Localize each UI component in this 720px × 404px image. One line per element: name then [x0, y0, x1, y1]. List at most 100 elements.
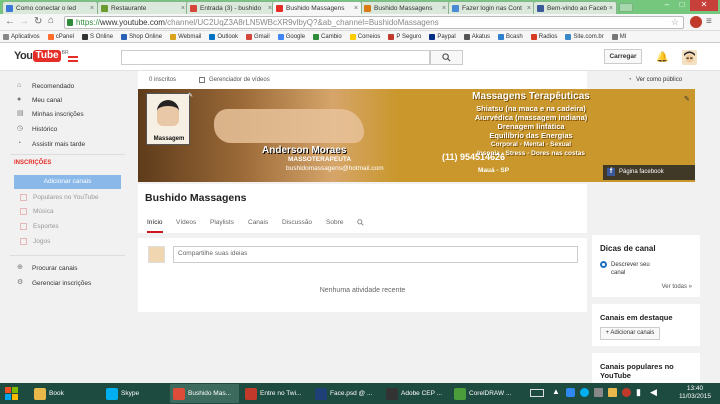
sub-item-sports[interactable]: Esportes	[20, 220, 59, 233]
bookmark-item[interactable]: Correios	[349, 33, 380, 40]
taskbar-item[interactable]: Face.psd @ ...	[312, 384, 380, 403]
bookmark-item[interactable]: Bcash	[498, 33, 523, 40]
bookmark-item[interactable]: Webmail	[170, 33, 201, 40]
radio-icon[interactable]	[600, 261, 607, 268]
close-icon[interactable]: ×	[609, 5, 613, 12]
browser-tab-active[interactable]: Bushido Massagens ×	[272, 1, 362, 14]
bookmark-item[interactable]: Cambio	[313, 33, 342, 40]
close-icon[interactable]: ×	[527, 5, 531, 12]
add-featured-button[interactable]: + Adicionar canais	[600, 327, 660, 340]
browser-tab[interactable]: Fazer login nas Cont ×	[448, 1, 535, 14]
close-icon[interactable]: ×	[354, 5, 358, 12]
tab-home[interactable]: Início	[147, 219, 163, 233]
sidebar-item-my-channel[interactable]: ● Meu canal	[0, 93, 133, 107]
keyboard-icon[interactable]	[530, 389, 544, 397]
bookmark-item[interactable]: MI	[611, 33, 626, 40]
sub-item-music[interactable]: Música	[20, 205, 54, 218]
close-icon[interactable]: ×	[442, 5, 446, 12]
sidebar-item-history[interactable]: ◷ Histórico	[0, 122, 133, 136]
add-channels-button[interactable]: Adicionar canais	[14, 175, 121, 189]
bookmark-item[interactable]: Akatus	[463, 33, 490, 40]
tab-playlists[interactable]: Playlists	[210, 219, 234, 226]
tray-skype-icon[interactable]	[580, 388, 589, 397]
browser-tab[interactable]: Restaurante ×	[97, 1, 189, 14]
bookmark-item[interactable]: Paypal	[429, 33, 456, 40]
sidebar-item-subscriptions[interactable]: ▤ Minhas inscrições	[0, 107, 133, 121]
taskbar-item-active[interactable]: Bushido Mas...	[170, 384, 239, 403]
view-as-public-link[interactable]: Ver como público	[636, 77, 682, 83]
taskbar-clock[interactable]: 13:40 11/03/2015	[672, 385, 718, 401]
bookmark-item[interactable]: Gmail	[246, 33, 270, 40]
tab-favicon-icon	[537, 4, 544, 12]
back-icon[interactable]: ←	[5, 16, 15, 28]
bookmark-item[interactable]: Google	[277, 33, 305, 40]
share-input[interactable]: Compartilhe suas ideias	[173, 246, 578, 263]
bookmark-item[interactable]: cPanel	[47, 33, 74, 40]
taskbar-item[interactable]: Book	[31, 384, 97, 403]
sub-item-games[interactable]: Jogos	[20, 235, 50, 248]
taskbar-label: CorelDRAW ...	[469, 390, 512, 397]
bookmark-item[interactable]: P Seguro	[388, 33, 421, 40]
sidebar-item-watch-later[interactable]: ◔ Assistir mais tarde	[0, 137, 133, 151]
close-icon[interactable]: ×	[90, 5, 94, 12]
manage-subscriptions-link[interactable]: ⚙ Gerenciar inscrições	[0, 276, 133, 290]
bookmark-item[interactable]: Shop Online	[121, 33, 162, 40]
bookmark-item[interactable]: S Online	[82, 33, 113, 40]
tray-app-icon[interactable]	[622, 388, 631, 397]
search-input[interactable]	[121, 50, 430, 65]
tips-option[interactable]: Descrever seu canal	[611, 261, 661, 277]
tab-discussion[interactable]: Discussão	[282, 219, 312, 226]
volume-icon[interactable]: ◀	[650, 387, 657, 398]
address-bar[interactable]: https://www.youtube.com/channel/UC2UqZ3A…	[64, 16, 684, 29]
tray-app-icon[interactable]	[594, 388, 603, 397]
taskbar-item[interactable]: Entre no Twi...	[242, 384, 308, 403]
browser-tab[interactable]: Como conectar o led ×	[2, 1, 98, 14]
new-tab-button[interactable]	[619, 3, 633, 12]
bookmark-item[interactable]: Radios	[530, 33, 557, 40]
forward-icon[interactable]: →	[19, 16, 29, 28]
browse-channels-link[interactable]: ⊕ Procurar canais	[0, 261, 133, 275]
upload-button[interactable]: Carregar	[604, 49, 642, 64]
browser-tab[interactable]: Bushido Massagens ×	[360, 1, 450, 14]
sidebar-item-recommended[interactable]: ⌂ Recomendado	[0, 79, 133, 93]
search-button[interactable]	[430, 50, 463, 65]
edit-banner-icon[interactable]: ✎	[684, 95, 690, 103]
notifications-bell-icon[interactable]: 🔔	[656, 52, 668, 63]
bookmark-item[interactable]: Aplicativos	[3, 33, 40, 40]
home-icon[interactable]: ⌂	[48, 15, 54, 27]
reload-icon[interactable]: ↻	[34, 16, 42, 28]
bookmark-item[interactable]: Outlook	[209, 33, 238, 40]
star-icon[interactable]: ☆	[671, 17, 679, 28]
edit-logo-icon[interactable]: ✎	[188, 92, 194, 99]
tray-app-icon[interactable]	[566, 388, 575, 397]
tray-arrow-icon[interactable]: ▲	[552, 387, 560, 396]
browser-tab[interactable]: Entrada (3) - bushido ×	[186, 1, 276, 14]
tray-app-icon[interactable]	[608, 388, 617, 397]
taskbar-item[interactable]: Adobe CEP ...	[383, 384, 447, 403]
video-manager-link[interactable]: Gerenciador de vídeos	[209, 77, 270, 83]
sub-item-popular[interactable]: Populares no YouTube	[20, 191, 99, 204]
youtube-logo[interactable]: You Tube BR	[14, 50, 69, 62]
tab-about[interactable]: Sobre	[326, 219, 343, 226]
paypal-icon	[429, 33, 436, 40]
account-avatar[interactable]	[682, 50, 697, 65]
taskbar-item[interactable]: Skype	[103, 384, 169, 403]
facebook-link[interactable]: f Página facebook	[603, 165, 695, 180]
guide-menu-icon[interactable]	[68, 56, 78, 62]
browser-tab[interactable]: Bem-vindo ao Facebo ×	[533, 1, 617, 14]
bookmark-item[interactable]: Site.com.br	[565, 33, 604, 40]
bookmark-label: Paypal	[437, 33, 456, 40]
close-icon[interactable]: ×	[181, 5, 185, 12]
start-button[interactable]	[3, 385, 20, 402]
maximize-button[interactable]: □	[675, 0, 689, 11]
extension-icon[interactable]	[690, 16, 702, 28]
network-icon[interactable]: ▮	[636, 387, 641, 398]
minimize-button[interactable]: –	[660, 0, 674, 11]
tab-channels[interactable]: Canais	[248, 219, 268, 226]
menu-icon[interactable]: ≡	[706, 16, 712, 28]
channel-search-icon[interactable]	[357, 219, 364, 226]
see-all-link[interactable]: Ver todas »	[662, 284, 692, 290]
close-window-button[interactable]: ✕	[690, 0, 718, 11]
tab-videos[interactable]: Vídeos	[176, 219, 196, 226]
taskbar-item[interactable]: CorelDRAW ...	[451, 384, 521, 403]
